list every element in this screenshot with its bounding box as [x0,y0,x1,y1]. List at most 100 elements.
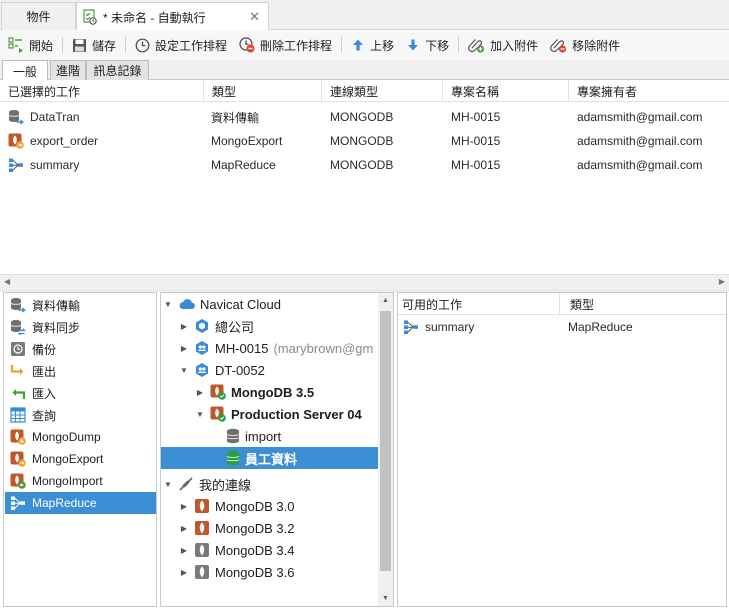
list-item-mongoexport[interactable]: MongoExport [5,448,156,470]
tab-general[interactable]: 一般 [2,60,48,81]
collapsed-arrow-icon[interactable]: ▶ [179,546,189,555]
column-header-type[interactable]: 類型 [566,293,726,315]
tab-general-label: 一般 [12,64,37,79]
tree-node-import-db[interactable]: import [211,425,281,447]
list-item-import[interactable]: 匯入 [5,382,156,404]
tree-node-mongodb-3-6[interactable]: ▶ MongoDB 3.6 [179,561,295,583]
project-icon [194,318,210,334]
job-project-name: MH-0015 [451,110,501,124]
tab-automation-label: * 未命名 - 自動執行 [103,10,206,25]
expanded-arrow-icon[interactable]: ▼ [163,480,173,489]
expanded-arrow-icon[interactable]: ▼ [179,366,189,375]
delete-schedule-icon [239,37,255,53]
tree-node-staff-db[interactable]: 員工資料 [161,447,379,469]
table-row[interactable]: export_order MongoExport MONGODB MH-0015… [0,129,729,153]
tree-node-mh-0015[interactable]: ▶ MH-0015 (marybrown@gm [179,337,373,359]
tab-message-log[interactable]: 訊息記錄 [86,60,149,80]
tree-node-mongodb-3-0[interactable]: ▶ MongoDB 3.0 [179,495,295,517]
job-name: summary [425,320,475,334]
column-header-available-job[interactable]: 可用的工作 [398,293,560,315]
mapreduce-icon [10,495,26,511]
tab-advanced[interactable]: 進階 [50,60,86,80]
tree-node-production-server[interactable]: ▼ Production Server 04 [195,403,362,425]
table-row[interactable]: summary MapReduce MONGODB MH-0015 adamsm… [0,153,729,177]
mapreduce-icon [403,319,419,335]
arrow-up-icon [351,38,365,52]
mongo-dump-icon [10,429,26,445]
list-item-export[interactable]: 匯出 [5,360,156,382]
column-header-job[interactable]: 已選擇的工作 [0,80,203,102]
move-down-button[interactable]: 下移 [400,33,455,57]
collapsed-arrow-icon[interactable]: ▶ [179,524,189,533]
job-type-list: 資料傳輸 資料同步 備份 匯出 匯入 查詢 MongoDump MongoExp… [3,292,157,607]
collapsed-arrow-icon[interactable]: ▶ [195,388,205,397]
collapsed-arrow-icon[interactable]: ▶ [179,344,189,353]
tree-node-my-connections[interactable]: ▼ 我的連線 [163,473,251,495]
remove-attachment-button[interactable]: 移除附件 [544,33,626,57]
tree-node-company[interactable]: ▶ 總公司 [179,315,254,337]
list-item-backup[interactable]: 備份 [5,338,156,360]
scrollbar-thumb[interactable] [380,311,391,571]
tree-vertical-scrollbar[interactable]: ▲ ▼ [378,293,393,606]
toolbar: 開始 儲存 設定工作排程 刪除工作排程 上移 下移 加入附件 移除附件 [0,30,729,60]
list-item-label: 匯出 [32,364,57,379]
job-type: MapReduce [568,320,633,334]
scroll-up-icon[interactable]: ▲ [378,293,393,308]
job-project-owner: adamsmith@gmail.com [577,110,703,124]
expanded-arrow-icon[interactable]: ▼ [195,410,205,419]
list-item-data-transfer[interactable]: 資料傳輸 [5,294,156,316]
mapreduce-icon [8,157,24,173]
mongodb-disconnected-icon [194,564,210,580]
column-header-project-name[interactable]: 專案名稱 [442,80,568,102]
list-item-query[interactable]: 查詢 [5,404,156,426]
set-schedule-button[interactable]: 設定工作排程 [129,33,233,57]
tree-node-dt-0052[interactable]: ▼ DT-0052 [179,359,265,381]
automation-icon [83,9,97,25]
job-type: 資料傳輸 [211,110,260,125]
table-header: 可用的工作 類型 [398,293,726,315]
tree-node-label: 員工資料 [245,451,298,467]
start-button[interactable]: 開始 [2,33,59,57]
scroll-down-icon[interactable]: ▼ [378,591,393,606]
scroll-right-icon[interactable]: ▶ [719,277,725,286]
delete-schedule-button[interactable]: 刪除工作排程 [233,33,338,57]
tree-node-navicat-cloud[interactable]: ▼ Navicat Cloud [163,293,281,315]
move-up-button[interactable]: 上移 [345,33,400,57]
add-attachment-button[interactable]: 加入附件 [462,33,544,57]
mongodb-icon [194,520,210,536]
horizontal-scrollbar[interactable]: ◀ ▶ [0,274,729,289]
tab-objects[interactable]: 物件 [1,2,76,30]
list-item-label: 查詢 [32,408,57,423]
column-header-project-owner[interactable]: 專案擁有者 [568,80,729,102]
clock-icon [135,38,150,53]
column-header-connection-type[interactable]: 連線類型 [321,80,442,102]
collapsed-arrow-icon[interactable]: ▶ [179,322,189,331]
column-header-type[interactable]: 類型 [203,80,321,102]
job-project-owner: adamsmith@gmail.com [577,134,703,148]
save-button[interactable]: 儲存 [66,33,122,57]
list-item-data-sync[interactable]: 資料同步 [5,316,156,338]
tree-node-mongodb-3-4[interactable]: ▶ MongoDB 3.4 [179,539,295,561]
settings-tab-bar: 一般 進階 訊息記錄 [0,60,729,81]
tree-node-mongodb-3-5[interactable]: ▶ MongoDB 3.5 [195,381,314,403]
close-tab-icon[interactable]: ✕ [249,9,260,25]
scroll-left-icon[interactable]: ◀ [4,277,10,286]
list-item-label: MongoExport [32,452,104,466]
collapsed-arrow-icon[interactable]: ▶ [179,502,189,511]
save-label: 儲存 [92,38,117,53]
list-item-mongoimport[interactable]: MongoImport [5,470,156,492]
table-row[interactable]: DataTran 資料傳輸 MONGODB MH-0015 adamsmith@… [0,105,729,129]
job-connection-type: MONGODB [330,134,394,148]
list-item-mapreduce[interactable]: MapReduce [5,492,156,514]
collapsed-arrow-icon[interactable]: ▶ [179,568,189,577]
tab-automation[interactable]: * 未命名 - 自動執行 ✕ [76,2,269,31]
start-icon [8,37,24,53]
table-row[interactable]: summary MapReduce [398,316,726,338]
list-item-label: MapReduce [32,496,97,510]
tree-node-mongodb-3-2[interactable]: ▶ MongoDB 3.2 [179,517,295,539]
list-item-mongodump[interactable]: MongoDump [5,426,156,448]
list-item-label: MongoDump [32,430,101,444]
available-jobs-table: 可用的工作 類型 summary MapReduce [397,292,727,607]
save-icon [72,38,87,53]
expanded-arrow-icon[interactable]: ▼ [163,300,173,309]
